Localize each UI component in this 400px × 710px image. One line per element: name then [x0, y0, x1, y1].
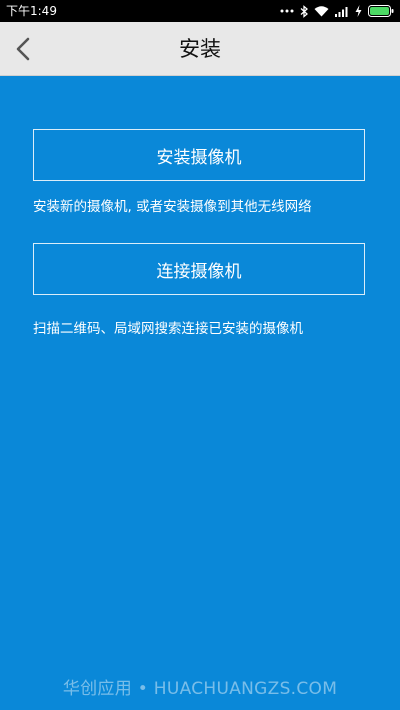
- wifi-icon: [314, 5, 329, 17]
- signal-icon: [335, 6, 349, 17]
- more-dots-icon: [280, 9, 294, 13]
- top-header: 安装: [0, 22, 400, 76]
- install-camera-label: 安装摄像机: [156, 147, 242, 168]
- install-camera-description: 安装新的摄像机, 或者安装摄像到其他无线网络: [33, 199, 312, 215]
- connect-camera-label: 连接摄像机: [156, 261, 242, 282]
- connect-camera-description: 扫描二维码、局域网搜索连接已安装的摄像机: [33, 321, 303, 337]
- watermark: 华创应用 • HUACHUANGZS.COM: [62, 679, 338, 699]
- status-bar: 下午1:49: [0, 0, 400, 22]
- status-icons: [280, 3, 394, 19]
- battery-icon: [368, 5, 394, 17]
- bluetooth-icon: [300, 4, 308, 18]
- page-title: 安装: [179, 37, 221, 61]
- status-time: 下午1:49: [6, 4, 57, 18]
- charging-icon: [355, 5, 362, 17]
- connect-camera-button[interactable]: 连接摄像机: [33, 243, 365, 295]
- install-camera-button[interactable]: 安装摄像机: [33, 129, 365, 181]
